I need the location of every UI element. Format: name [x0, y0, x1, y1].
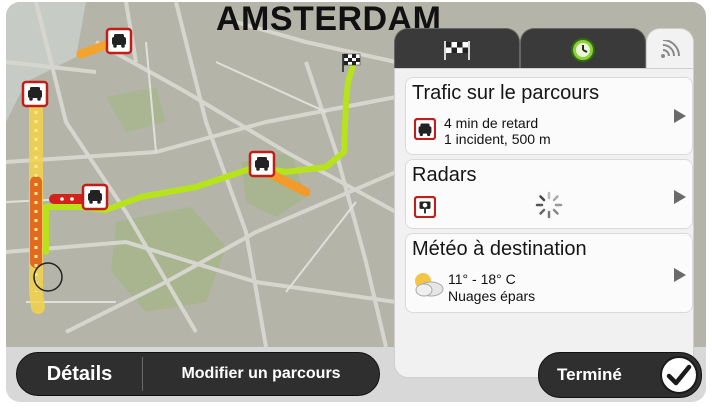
- signal-icon: [661, 40, 680, 58]
- radars-title: Radars: [412, 164, 477, 186]
- traffic-row[interactable]: Trafic sur le parcours 4 min de retard 1…: [405, 77, 693, 155]
- tab-live[interactable]: [646, 28, 694, 71]
- traffic-incident-icon: [81, 183, 109, 211]
- radars-row[interactable]: Radars: [405, 159, 693, 229]
- panel-tabs: [394, 28, 694, 71]
- checkered-flag-icon: [444, 41, 470, 60]
- partly-cloudy-icon: [415, 273, 444, 297]
- traffic-incident-icon: [414, 118, 436, 140]
- chevron-right-icon: [674, 190, 686, 204]
- chevron-right-icon: [674, 268, 686, 282]
- chevron-right-icon: [674, 109, 686, 123]
- loading-spinner-icon: [535, 191, 563, 219]
- speed-camera-icon: [414, 196, 436, 218]
- clock-icon: [571, 38, 595, 62]
- traffic-incident-icon: [248, 150, 276, 178]
- traffic-title: Trafic sur le parcours: [412, 82, 600, 104]
- device-screen: AMSTERDAM Trafic sur le parcours 4 min d…: [6, 2, 706, 402]
- done-button[interactable]: Terminé: [538, 352, 702, 398]
- route-info-panel: Trafic sur le parcours 4 min de retard 1…: [394, 28, 694, 378]
- checkmark-icon: [660, 356, 698, 394]
- traffic-incident-icon: [105, 27, 133, 55]
- traffic-delay: 4 min de retard: [444, 115, 539, 131]
- weather-temp: 11° - 18° C: [448, 271, 516, 287]
- tab-flag[interactable]: [394, 28, 520, 71]
- info-card: Trafic sur le parcours 4 min de retard 1…: [394, 68, 694, 378]
- done-label: Terminé: [557, 365, 622, 384]
- weather-row[interactable]: Météo à destination 11° - 18° C Nuages é…: [405, 233, 693, 313]
- details-button[interactable]: Détails: [17, 353, 142, 395]
- bottom-toolbar: Détails Modifier un parcours: [16, 352, 380, 396]
- traffic-incidents: 1 incident, 500 m: [444, 131, 551, 147]
- tab-clock[interactable]: [520, 28, 646, 71]
- modify-route-button[interactable]: Modifier un parcours: [143, 353, 379, 395]
- traffic-incident-icon: [21, 80, 49, 108]
- weather-condition: Nuages épars: [448, 288, 536, 304]
- weather-title: Météo à destination: [412, 238, 587, 260]
